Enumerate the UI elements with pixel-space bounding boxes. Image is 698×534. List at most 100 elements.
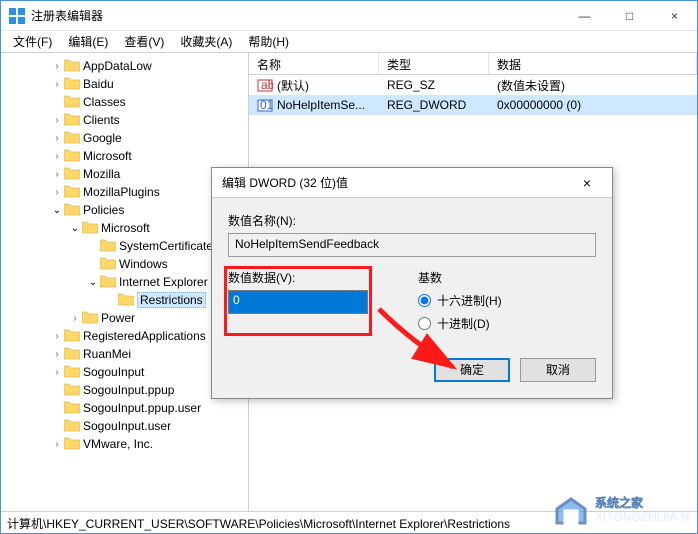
chevron-right-icon[interactable]: › — [51, 61, 63, 72]
dialog-titlebar: 编辑 DWORD (32 位)值 × — [212, 168, 612, 198]
tree-item-label: Restrictions — [137, 292, 206, 308]
tree-item-label: MozillaPlugins — [83, 185, 160, 199]
radix-dec-label: 十进制(D) — [437, 315, 490, 332]
radix-label: 基数 — [418, 269, 442, 286]
menubar: 文件(F) 编辑(E) 查看(V) 收藏夹(A) 帮助(H) — [1, 31, 697, 53]
folder-icon — [63, 328, 83, 345]
chevron-right-icon[interactable]: › — [51, 169, 63, 180]
folder-icon — [63, 364, 83, 381]
folder-icon — [81, 220, 101, 237]
window-title: 注册表编辑器 — [31, 7, 562, 24]
chevron-right-icon[interactable]: › — [69, 313, 81, 324]
maximize-button[interactable]: □ — [607, 1, 652, 30]
tree-item-label: Mozilla — [83, 167, 120, 181]
list-row[interactable]: 011NoHelpItemSe...REG_DWORD0x00000000 (0… — [249, 95, 697, 115]
folder-icon — [63, 400, 83, 417]
chevron-right-icon[interactable]: › — [51, 349, 63, 360]
radix-dec-radio[interactable] — [418, 317, 431, 330]
watermark-logo: 系统之家 XITONGZHIJIA.NET — [551, 489, 691, 529]
radix-hex-radio[interactable] — [418, 294, 431, 307]
value-data: (数值未设置) — [489, 77, 697, 94]
chevron-right-icon[interactable]: › — [51, 115, 63, 126]
chevron-down-icon[interactable]: ⌄ — [87, 277, 99, 288]
value-name-label: 数值名称(N): — [228, 212, 596, 229]
chevron-right-icon[interactable]: › — [51, 187, 63, 198]
list-row[interactable]: ab (默认) REG_SZ(数值未设置) — [249, 75, 697, 95]
value-type: REG_SZ — [379, 78, 489, 92]
cancel-button[interactable]: 取消 — [520, 358, 596, 382]
menu-favorites[interactable]: 收藏夹(A) — [172, 31, 240, 52]
folder-icon — [63, 94, 83, 111]
folder-icon — [63, 418, 83, 435]
tree-item[interactable]: › AppDataLow — [1, 57, 248, 75]
dword-value-icon: 011 — [257, 97, 273, 113]
tree-item[interactable]: ›Baidu — [1, 75, 248, 93]
radix-group: 基数 十六进制(H) 十进制(D) — [418, 269, 502, 338]
tree-item-label: Clients — [83, 113, 120, 127]
dialog-title: 编辑 DWORD (32 位)值 — [222, 174, 572, 191]
folder-icon — [117, 292, 137, 309]
tree-item-label: Classes — [83, 95, 126, 109]
value-data: 0x00000000 (0) — [489, 98, 697, 112]
tree-item[interactable]: ›Google — [1, 129, 248, 147]
list-header: 名称 类型 数据 — [249, 53, 697, 75]
chevron-right-icon[interactable]: › — [51, 79, 63, 90]
svg-text:ab: ab — [261, 78, 273, 92]
tree-item-label: SogouInput.ppup.user — [83, 401, 201, 415]
col-data[interactable]: 数据 — [489, 53, 697, 74]
tree-item-label: SogouInput.user — [83, 419, 171, 433]
radix-dec[interactable]: 十进制(D) — [418, 315, 502, 332]
tree-item-label: SogouInput.ppup — [83, 383, 174, 397]
tree-item-label: AppDataLow — [83, 59, 152, 73]
watermark-line2: XITONGZHIJIA.NET — [595, 510, 691, 524]
value-name: (默认) — [277, 77, 309, 94]
folder-icon — [63, 130, 83, 147]
folder-icon — [99, 274, 119, 291]
folder-icon — [63, 346, 83, 363]
folder-icon — [63, 436, 83, 453]
col-name[interactable]: 名称 — [249, 53, 379, 74]
tree-item-label: VMware, Inc. — [83, 437, 153, 451]
value-data-label: 数值数据(V): — [228, 269, 398, 286]
ok-button[interactable]: 确定 — [434, 358, 510, 382]
chevron-right-icon[interactable]: › — [51, 133, 63, 144]
col-type[interactable]: 类型 — [379, 53, 489, 74]
chevron-right-icon[interactable]: › — [51, 367, 63, 378]
menu-view[interactable]: 查看(V) — [116, 31, 172, 52]
edit-dword-dialog: 编辑 DWORD (32 位)值 × 数值名称(N): NoHelpItemSe… — [211, 167, 613, 399]
minimize-button[interactable]: — — [562, 1, 607, 30]
tree-item-label: RegisteredApplications — [83, 329, 206, 343]
chevron-down-icon[interactable]: ⌄ — [51, 205, 63, 216]
value-data-input[interactable]: 0 — [228, 290, 368, 314]
chevron-right-icon[interactable]: › — [51, 331, 63, 342]
tree-item[interactable]: Classes — [1, 93, 248, 111]
svg-text:011: 011 — [260, 98, 273, 112]
tree-item-label: Windows — [119, 257, 168, 271]
tree-item[interactable]: SogouInput.ppup.user — [1, 399, 248, 417]
watermark-line1: 系统之家 — [595, 495, 644, 510]
folder-icon — [63, 58, 83, 75]
menu-help[interactable]: 帮助(H) — [240, 31, 297, 52]
chevron-right-icon[interactable]: › — [51, 439, 63, 450]
chevron-right-icon[interactable]: › — [51, 151, 63, 162]
tree-item[interactable]: SogouInput.user — [1, 417, 248, 435]
regedit-window: 注册表编辑器 — □ × 文件(F) 编辑(E) 查看(V) 收藏夹(A) 帮助… — [0, 0, 698, 534]
tree-item[interactable]: › Clients — [1, 111, 248, 129]
radix-hex[interactable]: 十六进制(H) — [418, 292, 502, 309]
titlebar: 注册表编辑器 — □ × — [1, 1, 697, 31]
tree-item-label: Microsoft — [101, 221, 150, 235]
tree-item[interactable]: ›Microsoft — [1, 147, 248, 165]
chevron-down-icon[interactable]: ⌄ — [69, 223, 81, 234]
radix-hex-label: 十六进制(H) — [437, 292, 502, 309]
app-icon — [9, 8, 25, 24]
folder-icon — [63, 76, 83, 93]
close-button[interactable]: × — [652, 1, 697, 30]
tree-item[interactable]: › VMware, Inc. — [1, 435, 248, 453]
menu-file[interactable]: 文件(F) — [5, 31, 60, 52]
tree-item-label: Power — [101, 311, 135, 325]
dialog-close-button[interactable]: × — [572, 175, 602, 191]
menu-edit[interactable]: 编辑(E) — [60, 31, 116, 52]
folder-icon — [99, 256, 119, 273]
tree-item-label: RuanMei — [83, 347, 131, 361]
tree-item-label: Internet Explorer — [119, 275, 208, 289]
